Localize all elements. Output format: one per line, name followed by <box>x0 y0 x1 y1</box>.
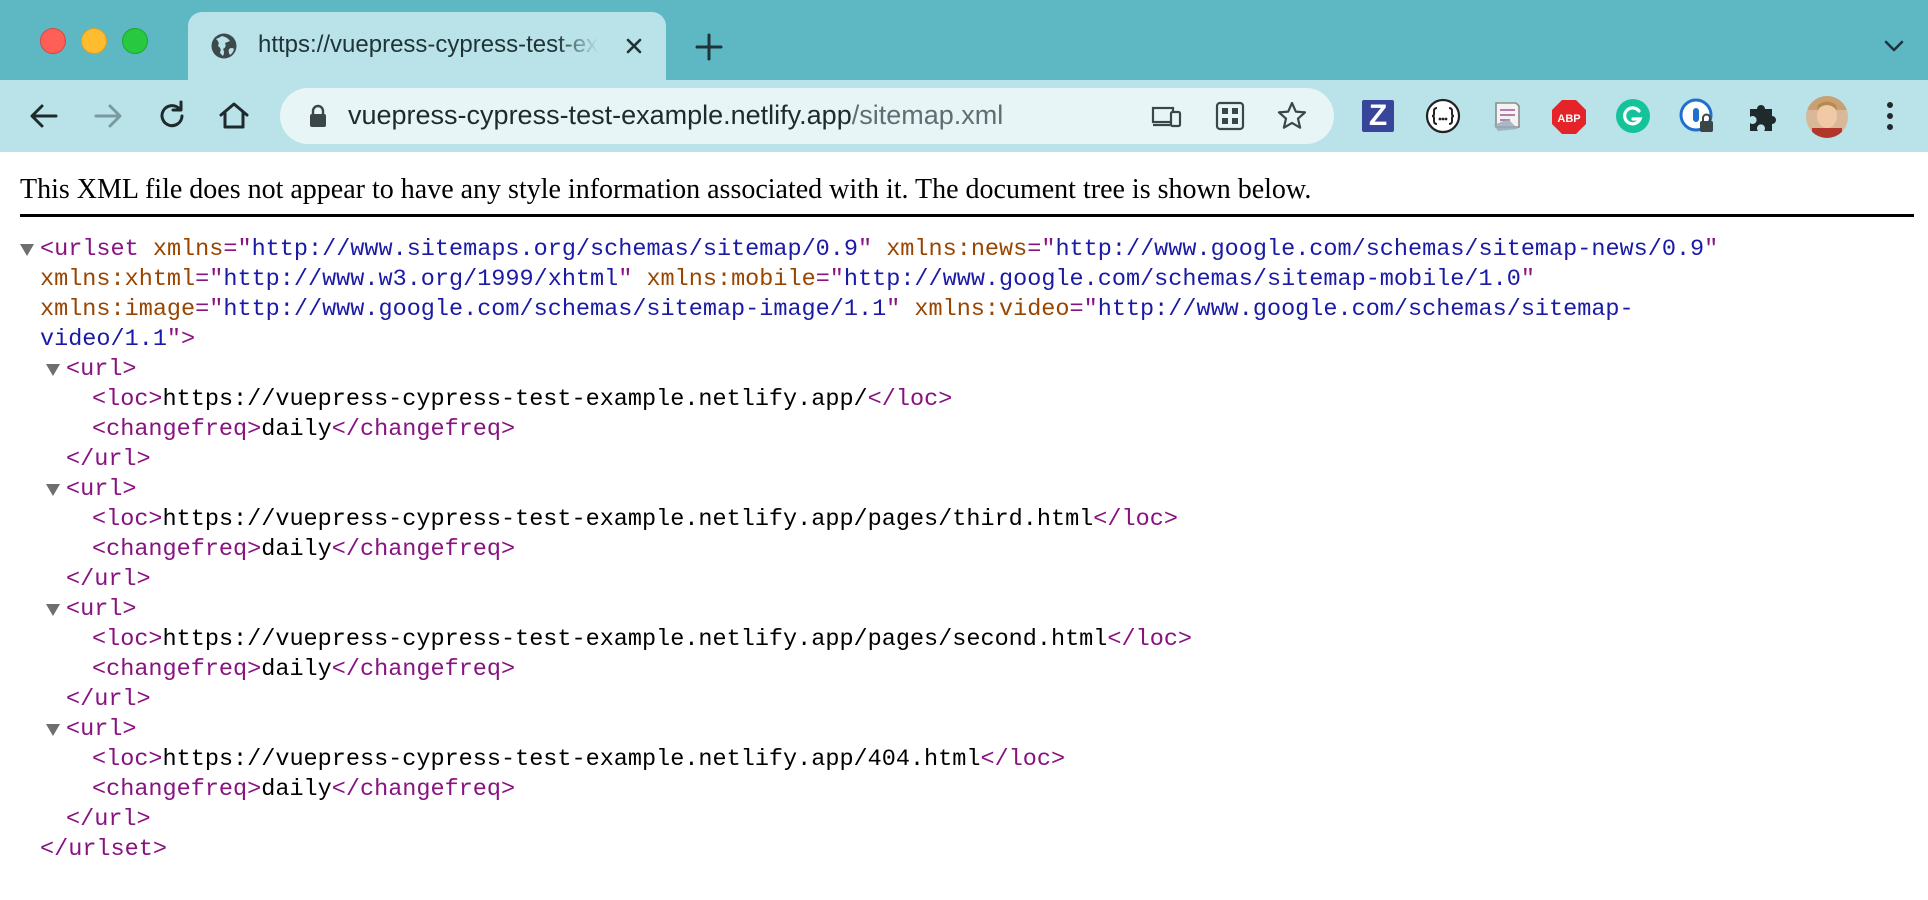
clipboard-extension-icon[interactable] <box>1488 97 1526 135</box>
xml-loc: <loc>https://vuepress-cypress-test-examp… <box>92 746 1066 773</box>
xml-url-close: </url> <box>66 566 151 593</box>
avatar-image <box>1806 96 1848 138</box>
xml-changefreq: <changefreq>daily</changefreq> <box>92 656 516 683</box>
more-menu-icon[interactable] <box>1876 98 1904 134</box>
home-icon[interactable] <box>214 96 254 136</box>
xml-root-open: <urlset xmlns="http://www.sitemaps.org/s… <box>20 235 1914 265</box>
bookmark-star-icon[interactable] <box>1276 100 1308 132</box>
password-manager-extension-icon[interactable] <box>1678 97 1716 135</box>
xml-loc: <loc>https://vuepress-cypress-test-examp… <box>92 506 1178 533</box>
grammarly-extension-icon[interactable] <box>1614 97 1652 135</box>
zotero-extension-icon[interactable]: Z <box>1362 99 1394 132</box>
forward-icon[interactable] <box>88 96 128 136</box>
collapse-triangle-icon[interactable] <box>20 244 34 256</box>
adblock-plus-extension-icon[interactable]: ABP <box>1550 98 1588 136</box>
window-close-button[interactable] <box>40 28 66 54</box>
cast-devices-icon[interactable] <box>1150 100 1182 132</box>
qr-code-icon[interactable] <box>1214 100 1246 132</box>
lock-icon[interactable] <box>306 103 330 129</box>
xml-url-close: </url> <box>66 806 151 833</box>
collapse-triangle-icon[interactable] <box>46 604 60 616</box>
xml-changefreq: <changefreq>daily</changefreq> <box>92 536 516 563</box>
xml-url-close: </url> <box>66 446 151 473</box>
window-maximize-button[interactable] <box>122 28 148 54</box>
tab-title: https://vuepress-cypress-test-example.ne… <box>258 31 598 58</box>
window-minimize-button[interactable] <box>81 28 107 54</box>
xml-url-close: </url> <box>66 686 151 713</box>
address-bar[interactable]: vuepress-cypress-test-example.netlify.ap… <box>280 88 1334 144</box>
xml-root-close: </urlset> <box>40 836 167 863</box>
reload-icon[interactable] <box>152 96 192 136</box>
json-viewer-extension-icon[interactable] <box>1424 97 1462 135</box>
xml-root-attrs: video/1.1"> <box>40 326 196 353</box>
xml-root-attrs: xmlns:image="http://www.google.com/schem… <box>40 296 1634 323</box>
xml-root-attrs: xmlns:xhtml="http://www.w3.org/1999/xhtm… <box>40 266 1535 293</box>
adblock-plus-label: ABP <box>1557 113 1580 125</box>
window-controls <box>40 28 148 54</box>
xml-changefreq: <changefreq>daily</changefreq> <box>92 416 516 443</box>
new-tab-icon[interactable] <box>692 30 726 64</box>
tab-strip: https://vuepress-cypress-test-example.ne… <box>0 0 1928 82</box>
xml-loc: <loc>https://vuepress-cypress-test-examp… <box>92 626 1193 653</box>
xml-url-open: <url> <box>20 715 1914 745</box>
collapse-triangle-icon[interactable] <box>46 724 60 736</box>
address-path: /sitemap.xml <box>851 100 1004 130</box>
page-content: This XML file does not appear to have an… <box>0 152 1928 865</box>
xml-loc: <loc>https://vuepress-cypress-test-examp… <box>92 386 953 413</box>
xml-url-open: <url> <box>20 595 1914 625</box>
chevron-down-icon[interactable] <box>1880 32 1908 60</box>
back-icon[interactable] <box>24 96 64 136</box>
xml-changefreq: <changefreq>daily</changefreq> <box>92 776 516 803</box>
globe-icon <box>211 33 237 59</box>
toolbar: vuepress-cypress-test-example.netlify.ap… <box>0 80 1928 152</box>
address-text[interactable]: vuepress-cypress-test-example.netlify.ap… <box>348 100 1003 131</box>
xml-url-open: <url> <box>20 475 1914 505</box>
address-host: vuepress-cypress-test-example.netlify.ap… <box>348 100 852 130</box>
collapse-triangle-icon[interactable] <box>46 364 60 376</box>
puzzle-extensions-icon[interactable] <box>1744 97 1782 135</box>
xml-url-open: <url> <box>20 355 1914 385</box>
collapse-triangle-icon[interactable] <box>46 484 60 496</box>
close-tab-icon[interactable] <box>620 32 648 60</box>
active-tab[interactable]: https://vuepress-cypress-test-example.ne… <box>188 12 666 82</box>
xml-tree: <urlset xmlns="http://www.sitemaps.org/s… <box>20 235 1914 865</box>
profile-avatar[interactable] <box>1806 96 1848 138</box>
xml-style-notice: This XML file does not appear to have an… <box>20 152 1914 217</box>
